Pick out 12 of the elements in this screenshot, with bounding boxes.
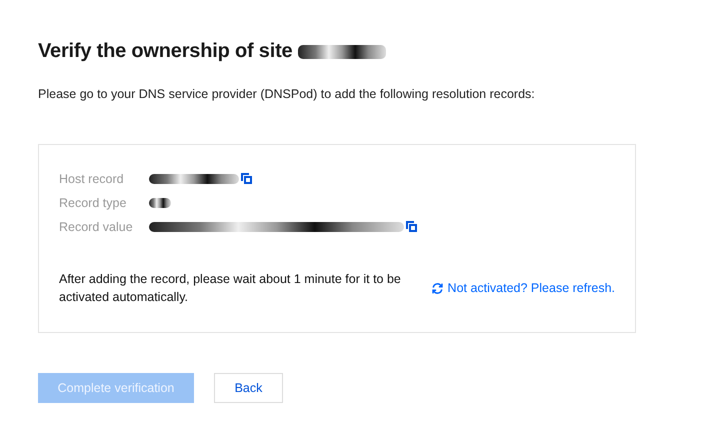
refresh-icon bbox=[430, 282, 444, 294]
refresh-link[interactable]: Not activated? Please refresh. bbox=[430, 281, 615, 295]
note-text: After adding the record, please wait about 1 minute for it to be activated automatically. bbox=[59, 271, 402, 306]
back-button[interactable]: Back bbox=[214, 373, 283, 403]
record-label: Host record bbox=[59, 172, 125, 186]
redacted-mark bbox=[149, 198, 171, 208]
instruction-text: Please go to your DNS service provider (DNSPod) to add the following resolution records: bbox=[38, 87, 536, 101]
copy-icon[interactable] bbox=[241, 173, 252, 184]
page-title: Verify the ownership of site bbox=[38, 40, 292, 63]
record-label: Record value bbox=[59, 220, 134, 234]
copy-icon[interactable] bbox=[406, 221, 417, 232]
record-label: Record type bbox=[59, 196, 128, 210]
